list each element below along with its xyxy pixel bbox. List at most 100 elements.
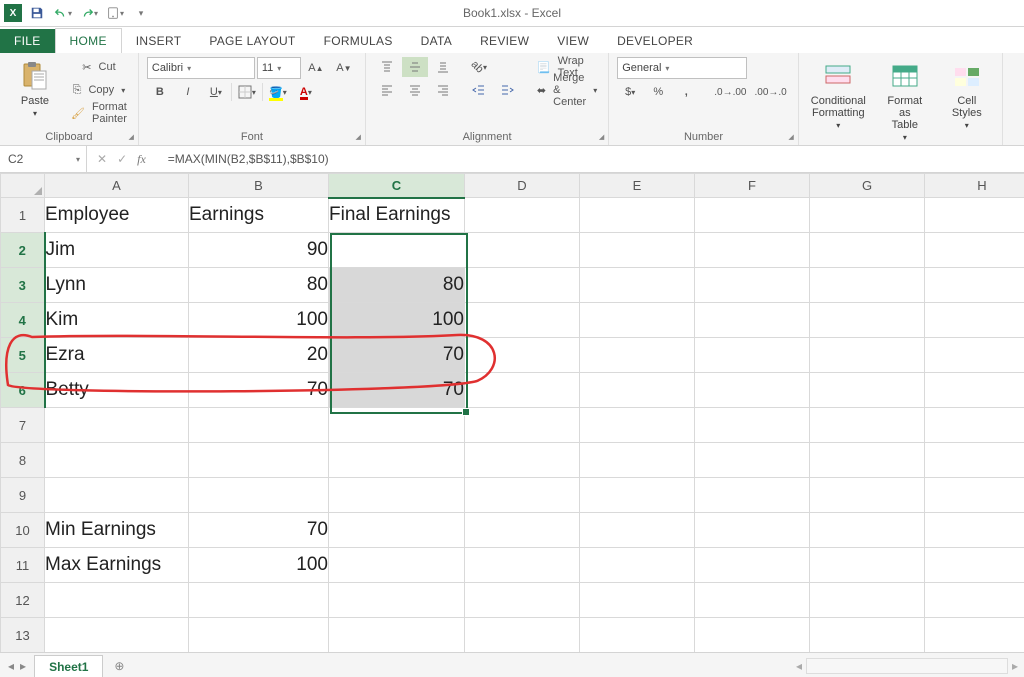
cell-H11[interactable] bbox=[925, 548, 1024, 583]
number-format-combo[interactable]: General▾ bbox=[617, 57, 747, 79]
paste-button[interactable]: Paste▾ bbox=[8, 57, 62, 121]
cell-F2[interactable] bbox=[695, 233, 810, 268]
cell-G13[interactable] bbox=[810, 618, 925, 653]
cell-H1[interactable] bbox=[925, 198, 1024, 233]
row-header-13[interactable]: 13 bbox=[1, 618, 45, 653]
hscroll-right-icon[interactable]: ▸ bbox=[1012, 659, 1018, 673]
cell-G7[interactable] bbox=[810, 408, 925, 443]
col-header-A[interactable]: A bbox=[45, 174, 189, 198]
cell-D1[interactable] bbox=[465, 198, 580, 233]
bold-button[interactable]: B bbox=[147, 82, 173, 102]
cell-F10[interactable] bbox=[695, 513, 810, 548]
cell-E1[interactable] bbox=[580, 198, 695, 233]
cell-E4[interactable] bbox=[580, 303, 695, 338]
col-header-H[interactable]: H bbox=[925, 174, 1024, 198]
cell-F1[interactable] bbox=[695, 198, 810, 233]
shrink-font-button[interactable]: A▼ bbox=[331, 58, 357, 78]
cell-H7[interactable] bbox=[925, 408, 1024, 443]
cell-C6[interactable]: 70 bbox=[329, 373, 465, 408]
row-header-8[interactable]: 8 bbox=[1, 443, 45, 478]
insert-cells-button[interactable]: Insert▾ bbox=[1011, 57, 1024, 120]
cell-G10[interactable] bbox=[810, 513, 925, 548]
cell-A2[interactable]: Jim bbox=[45, 233, 189, 268]
cell-A7[interactable] bbox=[45, 408, 189, 443]
cell-D10[interactable] bbox=[465, 513, 580, 548]
cell-E9[interactable] bbox=[580, 478, 695, 513]
font-size-combo[interactable]: 11▾ bbox=[257, 57, 301, 79]
cell-E6[interactable] bbox=[580, 373, 695, 408]
tab-developer[interactable]: DEVELOPER bbox=[603, 29, 707, 53]
row-header-7[interactable]: 7 bbox=[1, 408, 45, 443]
font-color-button[interactable]: A▾ bbox=[293, 82, 319, 102]
cell-E12[interactable] bbox=[580, 583, 695, 618]
cell-B6[interactable]: 70 bbox=[189, 373, 329, 408]
cut-button[interactable]: ✂ Cut bbox=[68, 57, 130, 77]
tab-view[interactable]: VIEW bbox=[543, 29, 603, 53]
format-painter-button[interactable]: 🖌 Format Painter bbox=[68, 103, 130, 123]
accounting-format-button[interactable]: $▾ bbox=[617, 82, 643, 102]
cell-B2[interactable]: 90 bbox=[189, 233, 329, 268]
new-sheet-button[interactable]: ⊕ bbox=[107, 654, 131, 677]
row-header-6[interactable]: 6 bbox=[1, 373, 45, 408]
align-middle-button[interactable] bbox=[402, 57, 428, 77]
cell-B13[interactable] bbox=[189, 618, 329, 653]
row-header-2[interactable]: 2 bbox=[1, 233, 45, 268]
align-right-button[interactable] bbox=[430, 80, 456, 100]
cell-A10[interactable]: Min Earnings bbox=[45, 513, 189, 548]
cell-G3[interactable] bbox=[810, 268, 925, 303]
cell-A11[interactable]: Max Earnings bbox=[45, 548, 189, 583]
cell-D6[interactable] bbox=[465, 373, 580, 408]
cell-B3[interactable]: 80 bbox=[189, 268, 329, 303]
cell-F11[interactable] bbox=[695, 548, 810, 583]
cell-D8[interactable] bbox=[465, 443, 580, 478]
cell-F7[interactable] bbox=[695, 408, 810, 443]
decrease-decimal-button[interactable]: .00→.0 bbox=[752, 82, 790, 102]
cell-E10[interactable] bbox=[580, 513, 695, 548]
touch-mode-icon[interactable]: ▾ bbox=[104, 2, 126, 24]
row-header-3[interactable]: 3 bbox=[1, 268, 45, 303]
cell-H9[interactable] bbox=[925, 478, 1024, 513]
cell-B10[interactable]: 70 bbox=[189, 513, 329, 548]
cell-F8[interactable] bbox=[695, 443, 810, 478]
cell-A8[interactable] bbox=[45, 443, 189, 478]
hscroll-left-icon[interactable]: ◂ bbox=[796, 659, 802, 673]
cell-D2[interactable] bbox=[465, 233, 580, 268]
orientation-button[interactable]: ab▾ bbox=[466, 57, 492, 77]
save-icon[interactable] bbox=[26, 2, 48, 24]
grow-font-button[interactable]: A▲ bbox=[303, 58, 329, 78]
worksheet-grid[interactable]: ABCDEFGH1EmployeeEarningsFinal Earnings2… bbox=[0, 173, 1024, 652]
align-top-button[interactable] bbox=[374, 57, 400, 77]
col-header-C[interactable]: C bbox=[329, 174, 465, 198]
cell-H6[interactable] bbox=[925, 373, 1024, 408]
cell-F12[interactable] bbox=[695, 583, 810, 618]
cell-G4[interactable] bbox=[810, 303, 925, 338]
cell-A4[interactable]: Kim bbox=[45, 303, 189, 338]
row-header-9[interactable]: 9 bbox=[1, 478, 45, 513]
cell-C4[interactable]: 100 bbox=[329, 303, 465, 338]
qat-customize-icon[interactable]: ▾ bbox=[130, 2, 152, 24]
cell-E7[interactable] bbox=[580, 408, 695, 443]
row-header-1[interactable]: 1 bbox=[1, 198, 45, 233]
tab-data[interactable]: DATA bbox=[407, 29, 466, 53]
cell-G6[interactable] bbox=[810, 373, 925, 408]
cell-H8[interactable] bbox=[925, 443, 1024, 478]
cell-F13[interactable] bbox=[695, 618, 810, 653]
undo-icon[interactable]: ▾ bbox=[52, 2, 74, 24]
cell-D11[interactable] bbox=[465, 548, 580, 583]
cell-G11[interactable] bbox=[810, 548, 925, 583]
increase-indent-button[interactable] bbox=[494, 80, 520, 100]
underline-button[interactable]: U▾ bbox=[203, 82, 229, 102]
cell-D5[interactable] bbox=[465, 338, 580, 373]
hscroll-track[interactable] bbox=[806, 658, 1008, 674]
row-header-4[interactable]: 4 bbox=[1, 303, 45, 338]
tab-review[interactable]: REVIEW bbox=[466, 29, 543, 53]
cell-B8[interactable] bbox=[189, 443, 329, 478]
cell-G1[interactable] bbox=[810, 198, 925, 233]
cell-E2[interactable] bbox=[580, 233, 695, 268]
decrease-indent-button[interactable] bbox=[466, 80, 492, 100]
select-all-corner[interactable] bbox=[1, 174, 45, 198]
cell-A3[interactable]: Lynn bbox=[45, 268, 189, 303]
cell-C1[interactable]: Final Earnings bbox=[329, 198, 465, 233]
cell-C11[interactable] bbox=[329, 548, 465, 583]
redo-icon[interactable]: ▾ bbox=[78, 2, 100, 24]
